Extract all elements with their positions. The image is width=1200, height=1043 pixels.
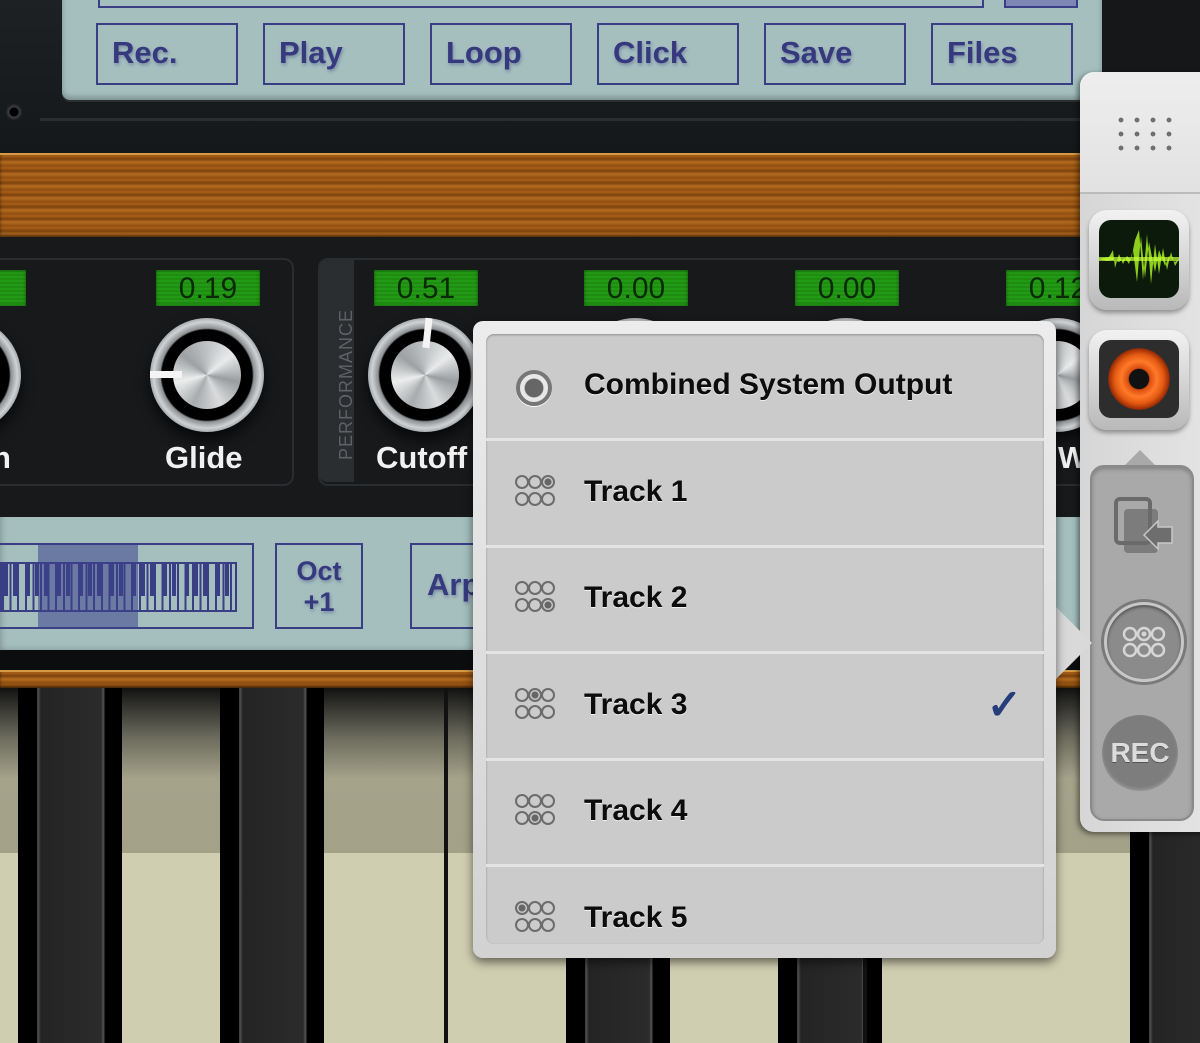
track-output-icon (1122, 626, 1166, 658)
track-icon (515, 901, 555, 937)
track-dot (528, 492, 542, 506)
knob-label: n (0, 440, 11, 475)
track-dot (528, 918, 542, 932)
output-option-track-5[interactable]: Track 5 (486, 867, 1044, 944)
track-dot (541, 598, 555, 612)
transport-lcd: Rec. Play Loop Click Save Files (62, 0, 1102, 100)
output-select-button[interactable] (1104, 602, 1184, 682)
track-dot (528, 598, 542, 612)
click-button[interactable]: Click (597, 23, 739, 85)
glide-label: Glide (165, 440, 243, 475)
output-option-combined[interactable]: Combined System Output (486, 334, 1044, 441)
track-dot (528, 811, 542, 825)
keyboard-range-handle[interactable] (38, 545, 138, 629)
track-dot (528, 901, 542, 915)
output-option-track-3[interactable]: Track 3 ✓ (486, 654, 1044, 761)
track-dot (515, 688, 529, 702)
play-button[interactable]: Play (263, 23, 405, 85)
files-button[interactable]: Files (931, 23, 1073, 85)
output-list[interactable]: Combined System Output Track 1 Track 2 T… (486, 334, 1044, 944)
track-icon (515, 794, 555, 830)
panel-divider (40, 118, 1100, 121)
track-dot (515, 492, 529, 506)
waveform-app-button[interactable] (1089, 210, 1189, 310)
waveform-icon (1099, 220, 1179, 298)
track-dot (515, 598, 529, 612)
option-label: Track 3 (584, 688, 688, 721)
track-icon (515, 581, 555, 617)
octave-button[interactable]: Oct +1 (275, 543, 363, 629)
output-option-track-1[interactable]: Track 1 (486, 441, 1044, 548)
track-dot (528, 794, 542, 808)
record-button[interactable]: REC (1102, 715, 1178, 791)
track-dot (528, 705, 542, 719)
cutoff-knob[interactable] (368, 317, 482, 432)
track-icon (515, 688, 555, 724)
system-output-icon (516, 370, 552, 406)
option-label: Combined System Output (584, 368, 953, 401)
track-dot (541, 705, 555, 719)
glide-readout: 0.19 (156, 270, 260, 306)
track-dot (515, 901, 529, 915)
loop-button[interactable]: Loop (430, 23, 572, 85)
panel-notch (1124, 450, 1156, 466)
track-dot (515, 705, 529, 719)
output-option-track-2[interactable]: Track 2 (486, 547, 1044, 654)
output-option-track-4[interactable]: Track 4 (486, 760, 1044, 867)
loop-app-button[interactable] (1089, 330, 1189, 430)
track-dot (515, 794, 529, 808)
track-dot (541, 901, 555, 915)
export-icon (1114, 497, 1173, 553)
lcd-display-field (98, 0, 984, 8)
track-dot (541, 688, 555, 702)
track-dot (528, 581, 542, 595)
checkmark-icon: ✓ (986, 681, 1022, 728)
option-label: Track 2 (584, 581, 688, 614)
track-dot (515, 811, 529, 825)
black-key[interactable] (18, 688, 122, 1043)
option-label: Track 1 (584, 475, 688, 508)
track-dot (541, 581, 555, 595)
knob-readout: 0.00 (795, 270, 899, 306)
track-dot (528, 475, 542, 489)
knob-readout: 0.00 (584, 270, 688, 306)
lcd-display-indicator (1004, 0, 1078, 8)
track-dot (528, 688, 542, 702)
track-dot (541, 492, 555, 506)
loop-icon (1107, 348, 1171, 410)
performance-label: PERFORMANCE (336, 308, 356, 460)
white-key-separator (444, 688, 448, 1043)
export-button[interactable] (1110, 495, 1176, 565)
loop-app-icon-bg (1099, 340, 1179, 418)
track-dot (541, 918, 555, 932)
black-key[interactable] (220, 688, 324, 1043)
cutoff-label: Cutoff (376, 440, 468, 475)
track-dot (541, 794, 555, 808)
knob-readout: 0 (0, 270, 26, 306)
rec-button[interactable]: Rec. (96, 23, 238, 85)
track-dot (541, 811, 555, 825)
octave-label: Oct (296, 556, 342, 586)
track-dot (515, 581, 529, 595)
track-dot (541, 475, 555, 489)
track-dot (515, 475, 529, 489)
glide-knob[interactable] (150, 318, 264, 432)
screw-decoration (6, 104, 22, 120)
save-button[interactable]: Save (764, 23, 906, 85)
octave-value: +1 (303, 587, 335, 617)
wood-trim (0, 153, 1100, 237)
track-dot (515, 918, 529, 932)
option-label: Track 4 (584, 794, 688, 827)
option-label: Track 5 (584, 901, 688, 934)
grip-icon[interactable] (1113, 113, 1173, 157)
track-icon (515, 475, 555, 511)
cutoff-readout: 0.51 (374, 270, 478, 306)
